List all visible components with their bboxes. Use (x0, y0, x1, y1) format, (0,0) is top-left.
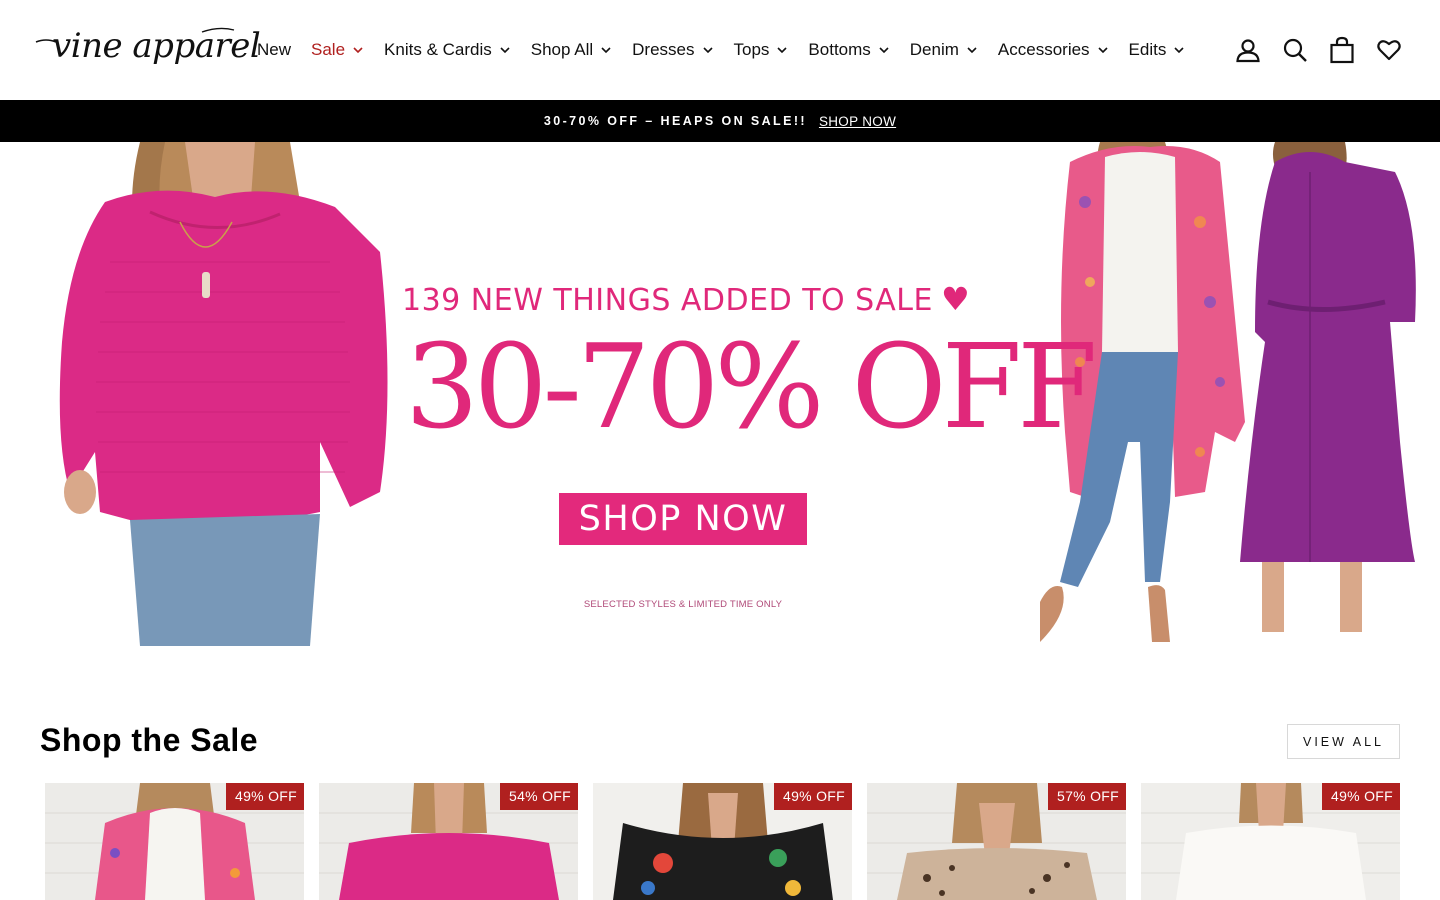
nav-item-accessories[interactable]: Accessories (998, 40, 1109, 60)
product-card[interactable]: 49% OFF (45, 783, 304, 900)
announcement-bar: 30-70% OFF – HEAPS ON SALE!! SHOP NOW (0, 100, 1440, 142)
product-card[interactable]: 54% OFF (319, 783, 578, 900)
hero-banner[interactable]: 139 NEW THINGS ADDED TO SALE ♥ 30-70% OFF… (0, 142, 1440, 646)
nav-item-label: Accessories (997, 40, 1090, 59)
wishlist-heart-icon[interactable] (1374, 33, 1404, 67)
nav-item-new[interactable]: New (257, 40, 291, 60)
brand-logo[interactable]: vine apparel (34, 24, 261, 74)
discount-badge: 49% OFF (1321, 783, 1400, 810)
announcement-shop-now-link[interactable]: SHOP NOW (819, 114, 896, 129)
nav-item-label: Denim (909, 40, 959, 59)
announcement-text: 30-70% OFF – HEAPS ON SALE!! (543, 114, 807, 128)
nav-item-label: Edits (1128, 40, 1167, 59)
chevron-down-icon (600, 44, 612, 56)
chevron-down-icon (1097, 44, 1109, 56)
discount-badge: 49% OFF (225, 783, 304, 810)
view-all-button[interactable]: VIEW ALL (1287, 724, 1400, 759)
chevron-down-icon (352, 44, 364, 56)
discount-badge: 57% OFF (1047, 783, 1126, 810)
site-header: vine apparel New Sale Knits & Cardis Sho… (0, 0, 1440, 100)
cart-icon[interactable] (1327, 33, 1357, 67)
discount-badge: 49% OFF (773, 783, 852, 810)
chevron-down-icon (1173, 44, 1185, 56)
discount-badge: 54% OFF (499, 783, 578, 810)
nav-item-knits-cardis[interactable]: Knits & Cardis (384, 40, 511, 60)
product-card[interactable]: 49% OFF (593, 783, 852, 900)
heart-icon: ♥ (940, 280, 971, 318)
chevron-down-icon (776, 44, 788, 56)
hero-shop-now-button[interactable]: SHOP NOW (559, 493, 807, 545)
brand-logo-text: vine apparel (52, 26, 261, 66)
chevron-down-icon (966, 44, 978, 56)
chevron-down-icon (878, 44, 890, 56)
nav-item-dresses[interactable]: Dresses (632, 40, 713, 60)
product-card[interactable]: 57% OFF (867, 783, 1126, 900)
hero-discount: 30-70% OFF (405, 320, 1098, 455)
nav-item-sale[interactable]: Sale (311, 40, 364, 60)
nav-item-label: New (257, 40, 292, 59)
header-icons (1216, 33, 1404, 67)
hero-model-left-image (59, 142, 388, 646)
nav-item-label: Knits & Cardis (384, 40, 492, 59)
nav-item-edits[interactable]: Edits (1129, 40, 1186, 60)
search-icon[interactable] (1280, 33, 1310, 67)
hero-fine-print: SELECTED STYLES & LIMITED TIME ONLY (583, 599, 783, 610)
hero-headline: 139 NEW THINGS ADDED TO SALE ♥ (402, 280, 1042, 318)
chevron-down-icon (499, 44, 511, 56)
nav-item-tops[interactable]: Tops (734, 40, 789, 60)
chevron-down-icon (702, 44, 714, 56)
nav-item-label: Shop All (530, 40, 594, 59)
nav-item-label: Sale (311, 40, 346, 59)
nav-item-label: Tops (733, 40, 770, 59)
nav-item-denim[interactable]: Denim (910, 40, 978, 60)
product-card[interactable]: 49% OFF (1141, 783, 1400, 900)
nav-item-bottoms[interactable]: Bottoms (808, 40, 889, 60)
nav-item-label: Dresses (632, 40, 695, 59)
nav-item-shop-all[interactable]: Shop All (531, 40, 612, 60)
product-grid: 49% OFF 54% OFF 49% OFF 57% OFF 49% OFF (45, 783, 1400, 900)
main-nav: New Sale Knits & Cardis Shop All Dresses… (257, 38, 1205, 62)
section-title: Shop the Sale (40, 722, 259, 758)
account-icon[interactable] (1233, 33, 1263, 67)
hero-headline-text: 139 NEW THINGS ADDED TO SALE (402, 283, 933, 318)
nav-item-label: Bottoms (808, 40, 871, 59)
